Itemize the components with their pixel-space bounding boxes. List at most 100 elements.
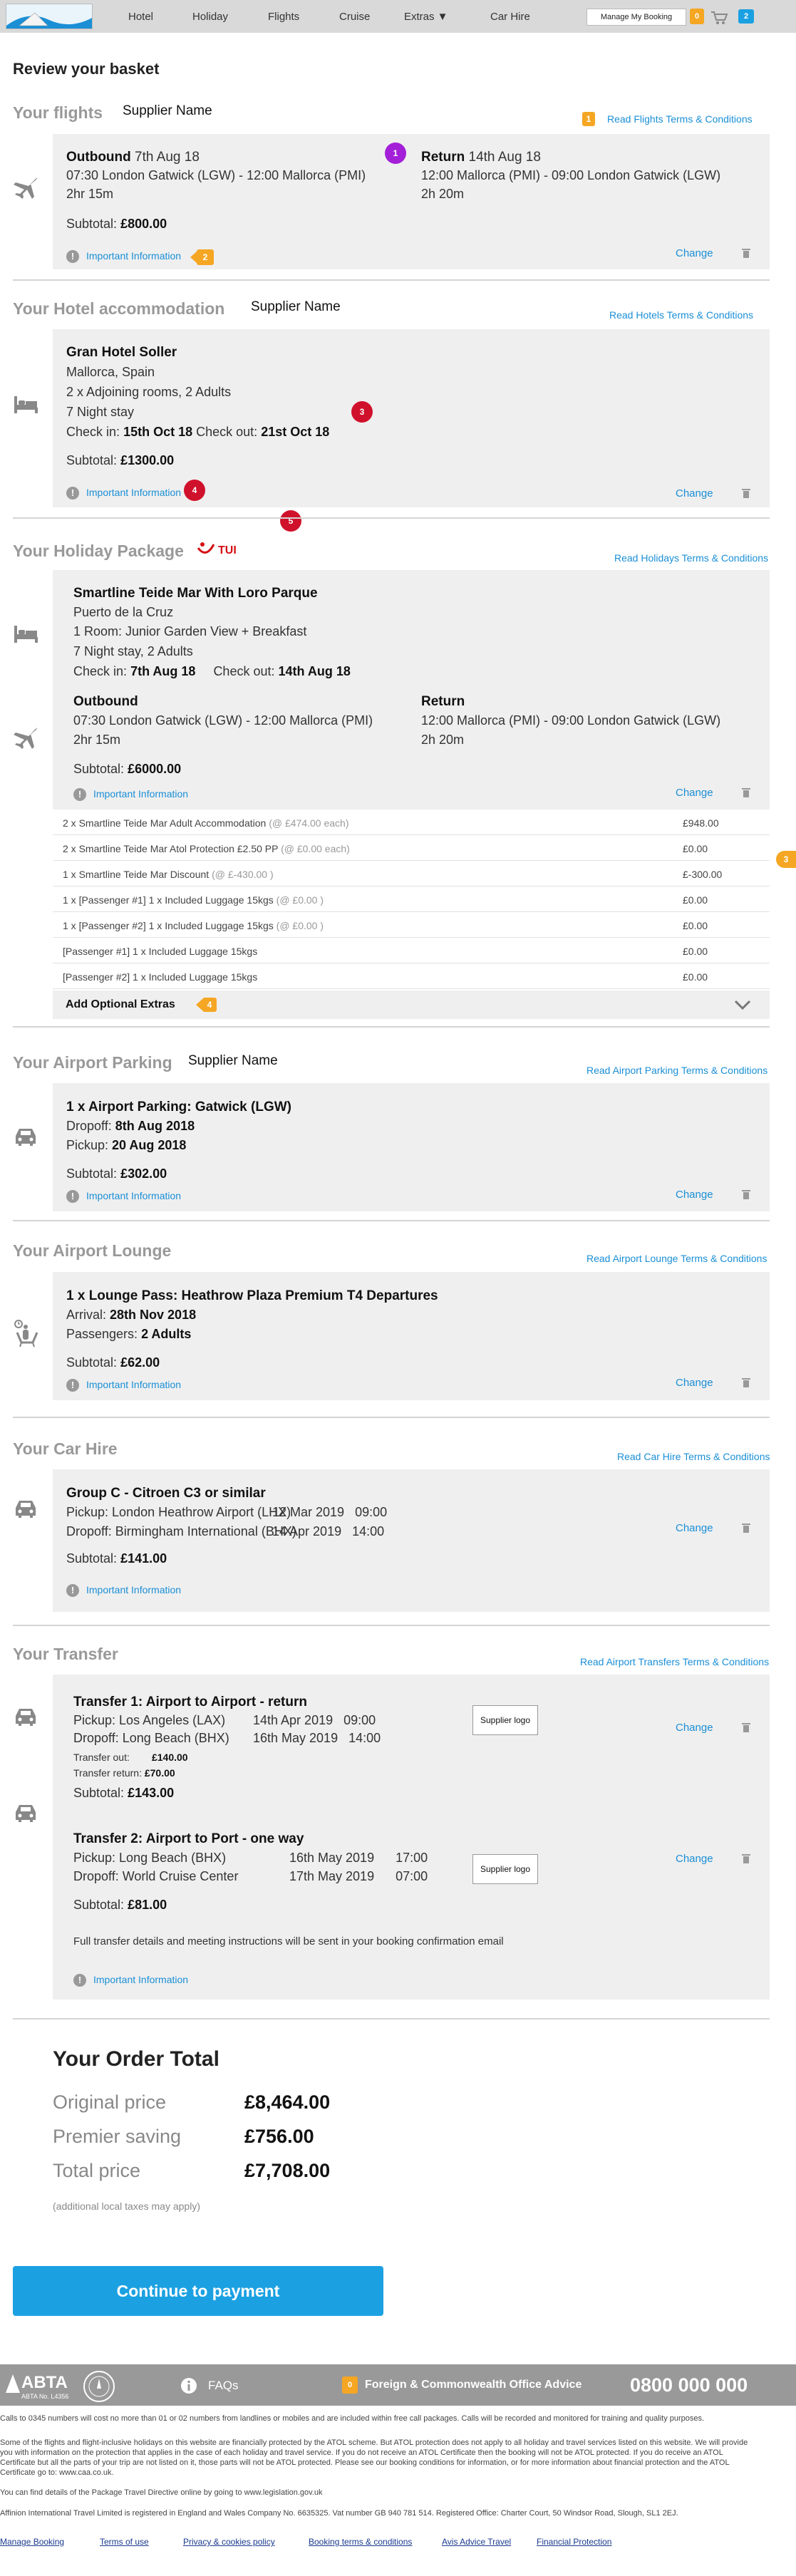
carhire-delete-icon[interactable] [742,1523,750,1533]
footer-link-financial-protection[interactable]: Financial Protection [537,2537,611,2547]
package-important-info[interactable]: ! Important Information [73,788,188,802]
hotel-terms-link[interactable]: Read Hotels Terms & Conditions [609,309,753,321]
nav-extras[interactable]: Extras ▼ [404,11,448,23]
divider [13,1026,770,1028]
fco-link[interactable]: Foreign & Commonwealth Office Advice [365,2379,582,2391]
manage-booking-button[interactable]: Manage My Booking [586,9,686,26]
flights-outbound: Outbound 7th Aug 18 [66,150,200,165]
faqs-link[interactable]: FAQs [208,2379,239,2393]
lounge-icon [14,1320,38,1348]
hotel-delete-icon[interactable] [742,488,750,498]
info-icon [181,2378,197,2394]
hotel-important-info[interactable]: ! Important Information [66,487,181,500]
chevron-down-icon[interactable] [734,999,751,1010]
transfer1-name: Transfer 1: Airport to Airport - return [73,1695,307,1709]
nav-hotel[interactable]: Hotel [128,11,153,23]
parking-delete-icon[interactable] [742,1189,750,1199]
package-terms-link[interactable]: Read Holidays Terms & Conditions [614,552,768,564]
abta-number: ABTA No. L4356 [21,2393,69,2400]
footer-atol-note: Some of the flights and flight-inclusive… [0,2438,748,2477]
hotel-supplier: Supplier Name [251,299,341,314]
car-icon [16,1129,36,1146]
notification-badge[interactable]: 0 [690,9,704,24]
package-delete-icon[interactable] [742,787,750,797]
lounge-terms-link[interactable]: Read Airport Lounge Terms & Conditions [586,1253,767,1264]
footer-link-booking-terms[interactable]: Booking terms & conditions [309,2537,412,2547]
transfer-important-info[interactable]: ! Important Information [73,1974,188,1987]
hotel-subtotal: Subtotal: £1300.00 [66,453,175,467]
total-price: £7,708.00 [244,2160,331,2181]
package-line-item: 2 x Smartline Teide Mar Atol Protection … [53,835,770,861]
carhire-change-link[interactable]: Change [676,1522,713,1534]
flights-important-info[interactable]: ! Important Information [66,250,181,264]
basket-icon[interactable] [710,9,728,25]
original-price-label: Original price [53,2091,167,2113]
transfer2-delete-icon[interactable] [742,1853,750,1863]
divider [13,517,770,519]
bed-icon [14,626,38,643]
original-price: £8,464.00 [244,2091,331,2113]
flights-outbound-duration: 2hr 15m [66,187,114,201]
lounge-important-info[interactable]: ! Important Information [66,1379,181,1392]
nav-cruise[interactable]: Cruise [339,11,370,23]
carhire-important-info[interactable]: ! Important Information [66,1584,181,1598]
divider [13,2018,770,2019]
tag-arrow [190,252,197,263]
transfer1-subtotal: Subtotal: £143.00 [73,1786,175,1800]
transfer2-dropoff-date: 17th May 2019 07:00 [289,1869,428,1883]
package-stay: 7 Night stay, 2 Adults [73,644,193,658]
add-extras-label: Add Optional Extras [66,998,175,1010]
footer-link-avis-advice[interactable]: Avis Advice Travel [442,2537,511,2547]
footer-link-terms-of-use[interactable]: Terms of use [100,2537,149,2547]
nav-holiday[interactable]: Holiday [192,11,228,23]
flights-terms-link[interactable]: Read Flights Terms & Conditions [607,113,753,125]
package-line-item: 1 x [Passenger #2] 1 x Included Luggage … [53,912,770,938]
lounge-delete-icon[interactable] [742,1377,750,1387]
bed-icon [14,396,38,413]
flights-outbound-route: 07:30 London Gatwick (LGW) - 12:00 Mallo… [66,168,366,182]
flights-delete-icon[interactable] [742,248,750,258]
transfer2-change-link[interactable]: Change [676,1853,713,1865]
tax-note: (additional local taxes may apply) [53,2200,200,2212]
flights-change-link[interactable]: Change [676,247,713,259]
transfer2-pickup-date: 16th May 2019 17:00 [289,1851,428,1865]
lounge-change-link[interactable]: Change [676,1377,713,1389]
package-title: Your Holiday Package [13,542,184,560]
fco-badge: 0 [342,2376,358,2394]
divider [13,1220,770,1221]
carhire-terms-link[interactable]: Read Car Hire Terms & Conditions [617,1451,770,1462]
car-icon [16,1805,36,1822]
flights-return-route: 12:00 Mallorca (PMI) - 09:00 London Gatw… [421,168,721,182]
carhire-pickup-date: 12 Mar 2019 09:00 [272,1505,388,1519]
nav-car-hire[interactable]: Car Hire [490,11,530,23]
transfer-title: Your Transfer [13,1645,118,1663]
phone-number[interactable]: 0800 000 000 [630,2374,748,2396]
footer-link-manage-booking[interactable]: Manage Booking [0,2537,64,2547]
section-marker: 5 [280,510,301,532]
continue-to-payment-button[interactable]: Continue to payment [13,2266,383,2316]
divider [13,1625,770,1626]
parking-terms-link[interactable]: Read Airport Parking Terms & Conditions [586,1065,767,1076]
package-return-route: 12:00 Mallorca (PMI) - 09:00 London Gatw… [421,713,721,728]
supplier-logo: Supplier logo [472,1854,538,1884]
transfer2-name: Transfer 2: Airport to Port - one way [73,1831,304,1846]
site-logo[interactable] [6,4,93,29]
transfer1-delete-icon[interactable] [742,1722,750,1732]
nav-flights[interactable]: Flights [268,11,299,23]
car-icon [16,1709,36,1726]
footer-link-privacy[interactable]: Privacy & cookies policy [183,2537,275,2547]
top-nav: Hotel Holiday Flights Cruise Extras ▼ Ca… [0,0,796,33]
transfer-terms-link[interactable]: Read Airport Transfers Terms & Condition… [580,1656,769,1667]
add-extras-bar[interactable]: Add Optional Extras 4 [53,990,770,1019]
package-change-link[interactable]: Change [676,787,713,799]
transfer1-return: Transfer return: £70.00 [73,1767,175,1779]
basket-count[interactable]: 2 [738,9,754,24]
parking-change-link[interactable]: Change [676,1189,713,1201]
parking-important-info[interactable]: ! Important Information [66,1190,181,1204]
hotel-marker: 3 [351,401,373,423]
hotel-change-link[interactable]: Change [676,487,713,500]
package-line-item: [Passenger #1] 1 x Included Luggage 15kg… [53,938,770,963]
parking-name: 1 x Airport Parking: Gatwick (LGW) [66,1100,292,1114]
package-dates: Check in: 7th Aug 18 Check out: 14th Aug… [73,664,351,678]
transfer1-change-link[interactable]: Change [676,1722,713,1734]
